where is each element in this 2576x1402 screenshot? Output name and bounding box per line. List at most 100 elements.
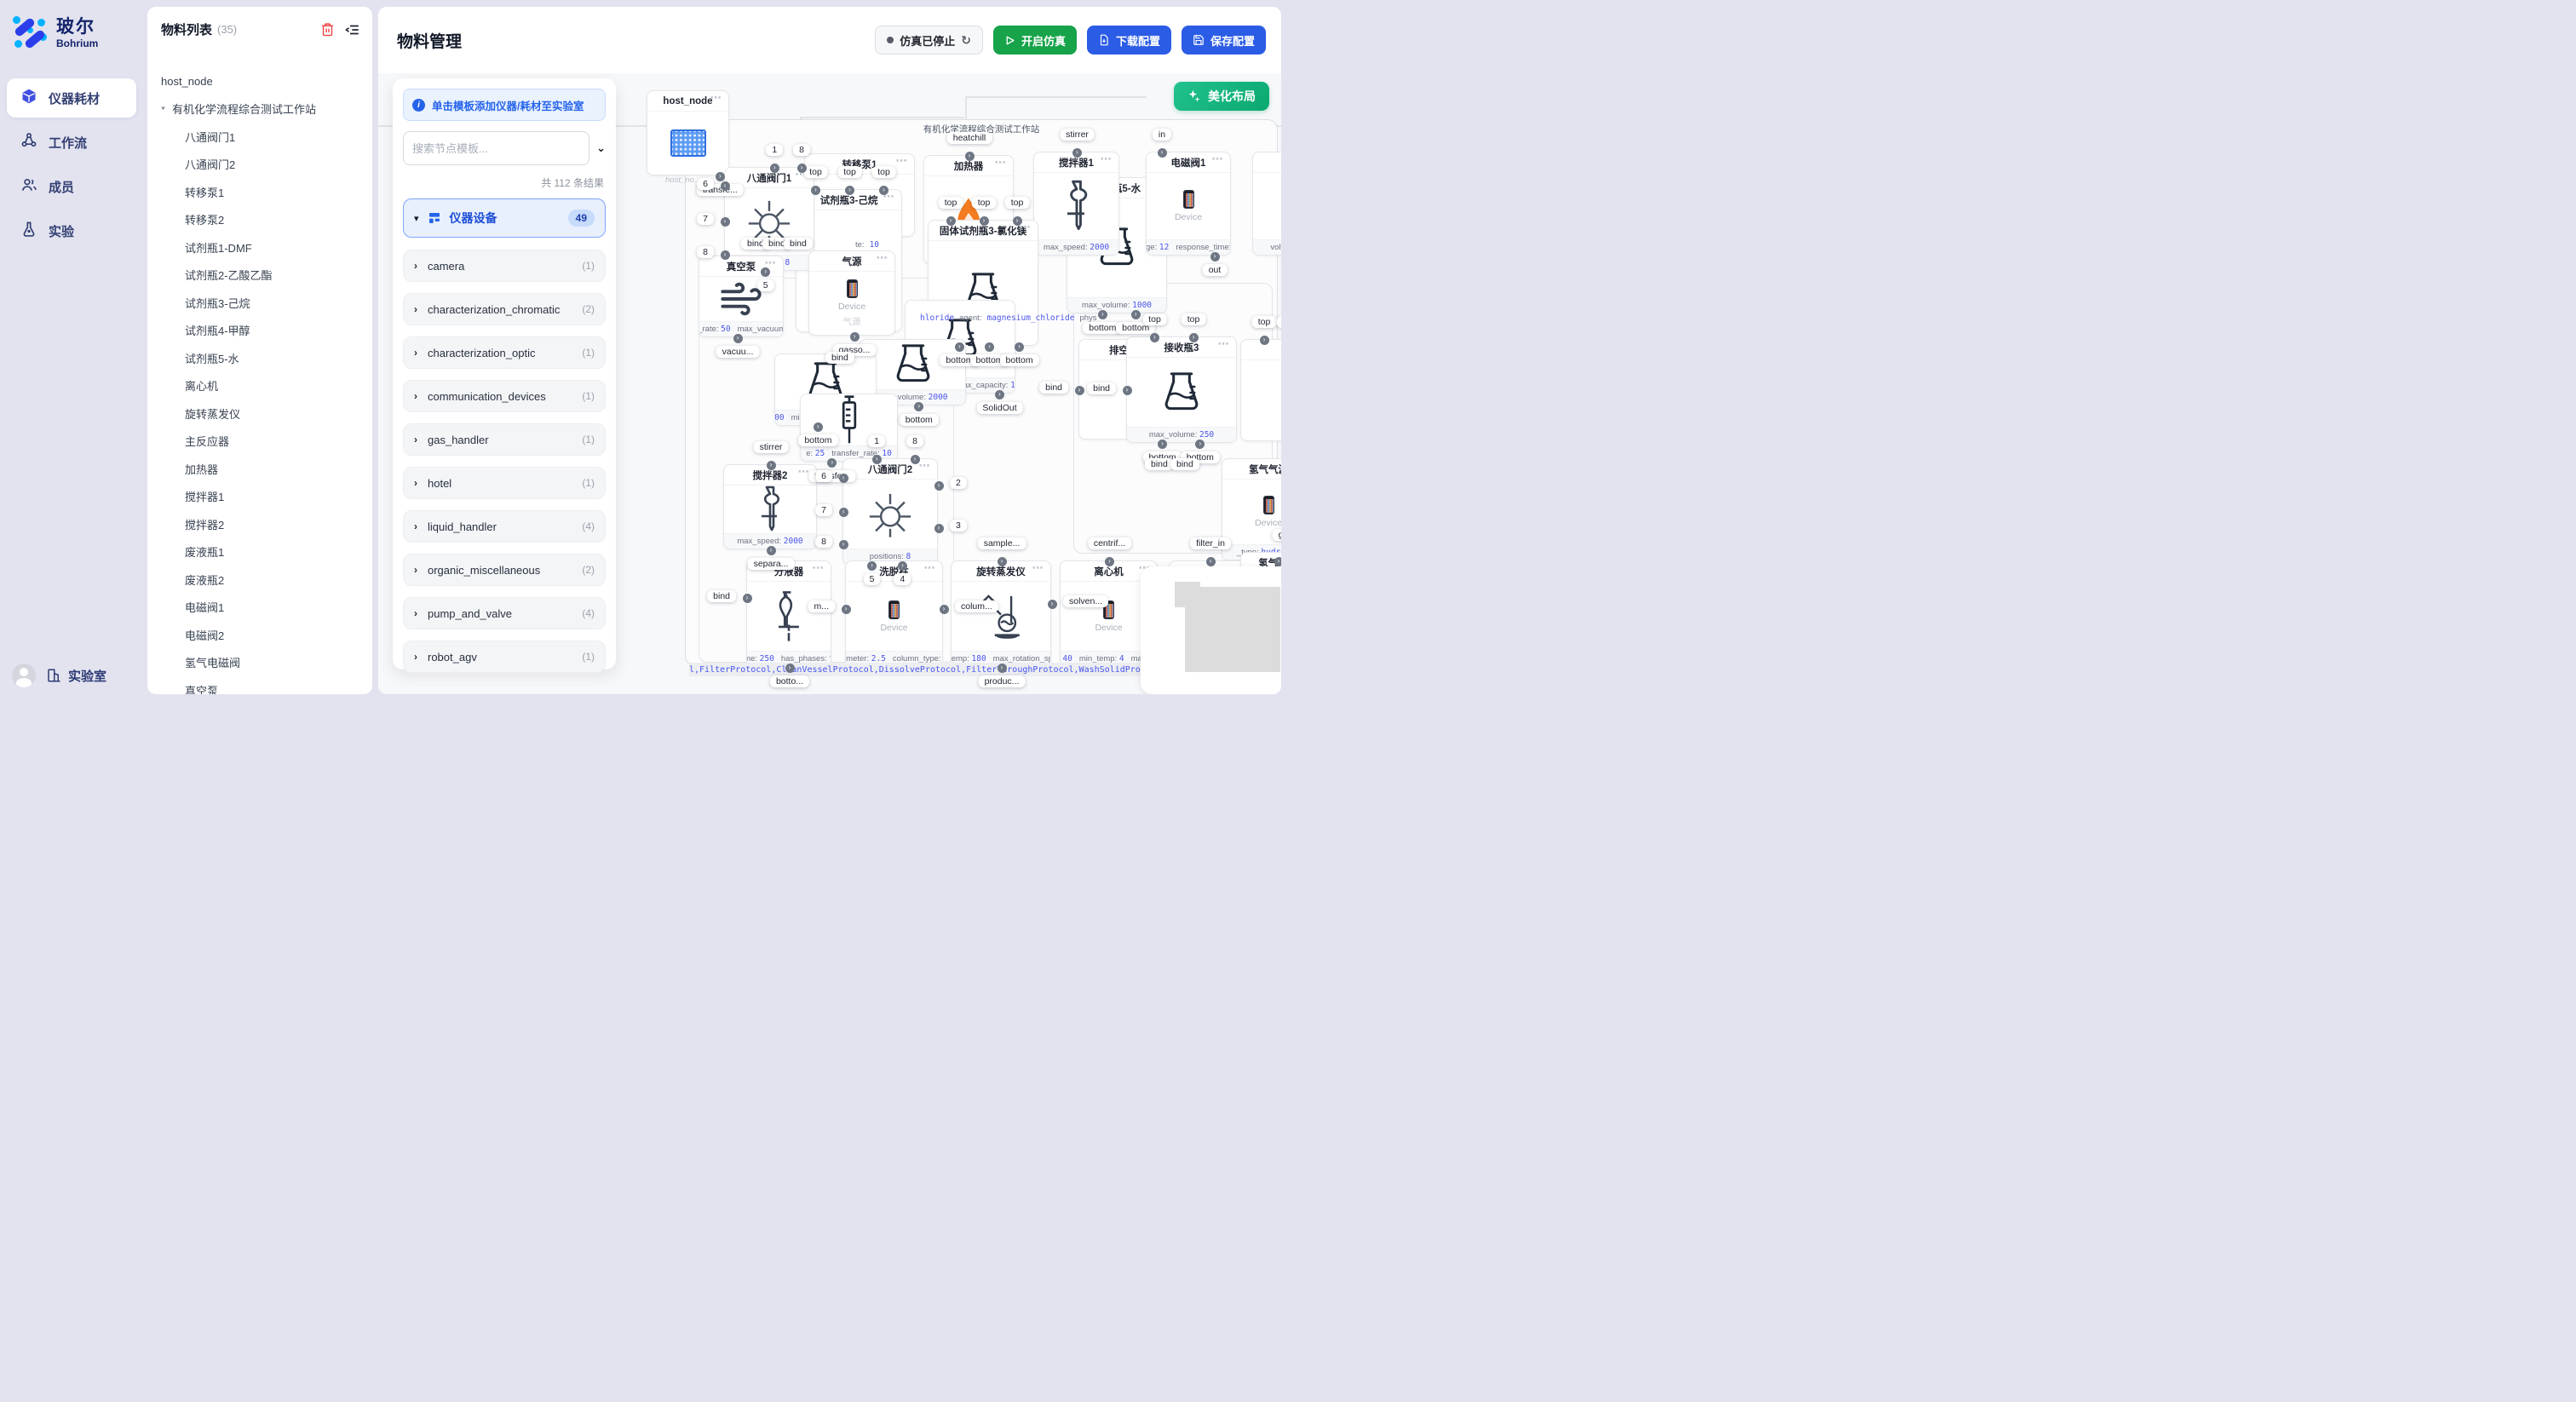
category-gas_handler[interactable]: ›gas_handler(1) xyxy=(403,423,606,456)
start-simulation-button[interactable]: 开启仿真 xyxy=(993,26,1077,55)
port-label-7[interactable]: 7 xyxy=(815,504,832,516)
tree-item-0[interactable]: 八通阀门1 xyxy=(147,123,372,151)
port-label-bind[interactable]: bind xyxy=(1039,382,1068,394)
save-config-button[interactable]: 保存配置 xyxy=(1182,26,1266,55)
category-characterization_chromatic[interactable]: ›characterization_chromatic(2) xyxy=(403,293,606,325)
port-dot[interactable]: › xyxy=(998,664,1007,673)
port-dot[interactable]: › xyxy=(898,561,907,571)
more-menu-icon[interactable]: ⋯ xyxy=(813,561,825,575)
port-label-top[interactable]: top xyxy=(972,197,997,209)
port-label-out[interactable]: out xyxy=(1203,264,1228,276)
port-dot[interactable]: › xyxy=(1158,440,1167,449)
port-label-top[interactable]: top xyxy=(803,166,828,178)
port-dot[interactable]: › xyxy=(934,524,944,533)
more-menu-icon[interactable]: ⋯ xyxy=(1101,152,1113,166)
category-pump_and_valve[interactable]: ›pump_and_valve(4) xyxy=(403,597,606,629)
refresh-icon[interactable]: ↻ xyxy=(961,33,971,48)
port-label-top[interactable]: top xyxy=(1252,316,1277,328)
canvas-node-receiver-bottle-3[interactable]: 接收瓶3⋯max_volume: 250›top›top›bind›bottom… xyxy=(1126,336,1237,443)
port-dot[interactable]: › xyxy=(1189,333,1199,342)
port-dot[interactable]: › xyxy=(985,342,994,352)
minimap[interactable] xyxy=(1141,566,1281,694)
more-menu-icon[interactable]: ⋯ xyxy=(896,154,909,168)
tree-item-10[interactable]: 旋转蒸发仪 xyxy=(147,399,372,428)
tree-item-12[interactable]: 加热器 xyxy=(147,455,372,483)
port-label-1[interactable]: 1 xyxy=(868,435,885,447)
more-menu-icon[interactable]: ⋯ xyxy=(1218,337,1231,351)
port-dot[interactable]: › xyxy=(998,557,1007,566)
port-dot[interactable]: › xyxy=(845,186,854,195)
port-dot[interactable]: › xyxy=(1105,557,1114,566)
port-label-produc...[interactable]: produc... xyxy=(979,675,1026,687)
port-dot[interactable]: › xyxy=(1072,148,1082,158)
port-dot[interactable]: › xyxy=(995,390,1004,399)
port-label-8[interactable]: 8 xyxy=(697,246,714,258)
download-config-button[interactable]: 下载配置 xyxy=(1087,26,1171,55)
more-menu-icon[interactable]: ⋯ xyxy=(995,156,1008,170)
port-dot[interactable]: › xyxy=(1158,148,1167,158)
canvas-node-solenoid-valve-2[interactable]: voltage: 12 xyxy=(1252,152,1281,256)
category-characterization_optic[interactable]: ›characterization_optic(1) xyxy=(403,336,606,369)
port-label-botto...[interactable]: botto... xyxy=(770,675,809,687)
port-label-SolidOut[interactable]: SolidOut xyxy=(976,402,1022,414)
port-dot[interactable]: › xyxy=(1210,252,1220,261)
canvas-node-stirrer-2[interactable]: 搅拌器2⋯max_speed: 2000›stirrer›separa... xyxy=(723,464,817,549)
more-menu-icon[interactable]: ⋯ xyxy=(924,561,937,575)
port-dot[interactable]: › xyxy=(811,186,820,195)
tree-item-3[interactable]: 转移泵2 xyxy=(147,206,372,234)
port-label-top[interactable]: top xyxy=(871,166,896,178)
port-dot[interactable]: › xyxy=(965,152,975,161)
port-label-colum...[interactable]: colum... xyxy=(955,600,998,612)
sidebar-item-0[interactable]: 仪器耗材 xyxy=(7,78,136,118)
collapse-list-icon[interactable] xyxy=(345,22,360,37)
tree-item-group[interactable]: ▾有机化学流程综合测试工作站 xyxy=(147,95,372,124)
port-label-bind[interactable]: bind xyxy=(1087,382,1116,394)
tree-item-15[interactable]: 废液瓶1 xyxy=(147,538,372,566)
port-dot[interactable]: › xyxy=(721,181,730,191)
port-dot[interactable]: › xyxy=(934,481,944,491)
sidebar-item-lab[interactable]: 实验室 xyxy=(46,667,106,685)
port-label-gasso...[interactable]: gasso... xyxy=(1273,529,1281,541)
port-label-heatchill[interactable]: heatchill xyxy=(947,132,992,144)
port-label-top[interactable]: top xyxy=(1142,313,1167,325)
port-label-8[interactable]: 8 xyxy=(793,144,810,156)
category-hotel[interactable]: ›hotel(1) xyxy=(403,467,606,499)
port-label-8[interactable]: 8 xyxy=(906,435,923,447)
tree-item-16[interactable]: 废液瓶2 xyxy=(147,566,372,594)
port-label-5[interactable]: 5 xyxy=(757,279,774,291)
port-label-top[interactable]: top xyxy=(1276,316,1281,328)
more-menu-icon[interactable]: ⋯ xyxy=(1032,561,1045,575)
tree-item-14[interactable]: 搅拌器2 xyxy=(147,510,372,538)
port-dot[interactable]: › xyxy=(1150,333,1159,342)
tree-item-19[interactable]: 氢气电磁阀 xyxy=(147,649,372,677)
category-camera[interactable]: ›camera(1) xyxy=(403,250,606,282)
category-organic_miscellaneous[interactable]: ›organic_miscellaneous(2) xyxy=(403,554,606,586)
port-dot[interactable]: › xyxy=(1075,386,1084,395)
port-dot[interactable]: › xyxy=(879,186,888,195)
port-label-stirrer[interactable]: stirrer xyxy=(1060,129,1095,141)
port-dot[interactable]: › xyxy=(839,508,848,517)
port-dot[interactable]: › xyxy=(872,455,882,464)
tree-item-host-node[interactable]: host_node xyxy=(147,67,372,95)
port-label-top[interactable]: top xyxy=(1182,313,1206,325)
port-dot[interactable]: › xyxy=(911,455,920,464)
user-avatar[interactable] xyxy=(12,664,36,687)
port-label-1[interactable]: 1 xyxy=(766,144,783,156)
graph-canvas[interactable]: 有机化学流程综合测试工作站 转移泵1⋯试剂瓶5-水⋯max_volume: 10… xyxy=(378,73,1281,694)
port-label-m...[interactable]: m... xyxy=(808,600,836,612)
port-dot[interactable]: › xyxy=(955,342,964,352)
port-label-2[interactable]: 2 xyxy=(950,477,967,489)
search-template-input[interactable] xyxy=(403,131,589,165)
category-liquid_handler[interactable]: ›liquid_handler(4) xyxy=(403,510,606,543)
port-label-sample...[interactable]: sample... xyxy=(978,537,1026,549)
port-dot[interactable]: › xyxy=(940,605,949,614)
port-label-bind[interactable]: bind xyxy=(825,352,854,364)
simulation-status-pill[interactable]: 仿真已停止 ↻ xyxy=(875,26,983,55)
port-dot[interactable]: › xyxy=(980,216,989,226)
sidebar-item-3[interactable]: 实验 xyxy=(7,211,136,250)
port-dot[interactable]: › xyxy=(839,474,848,483)
tree-item-7[interactable]: 试剂瓶4-甲醇 xyxy=(147,317,372,345)
tree-item-11[interactable]: 主反应器 xyxy=(147,428,372,456)
port-label-stirrer[interactable]: stirrer xyxy=(754,441,789,453)
port-dot[interactable]: › xyxy=(716,172,725,181)
